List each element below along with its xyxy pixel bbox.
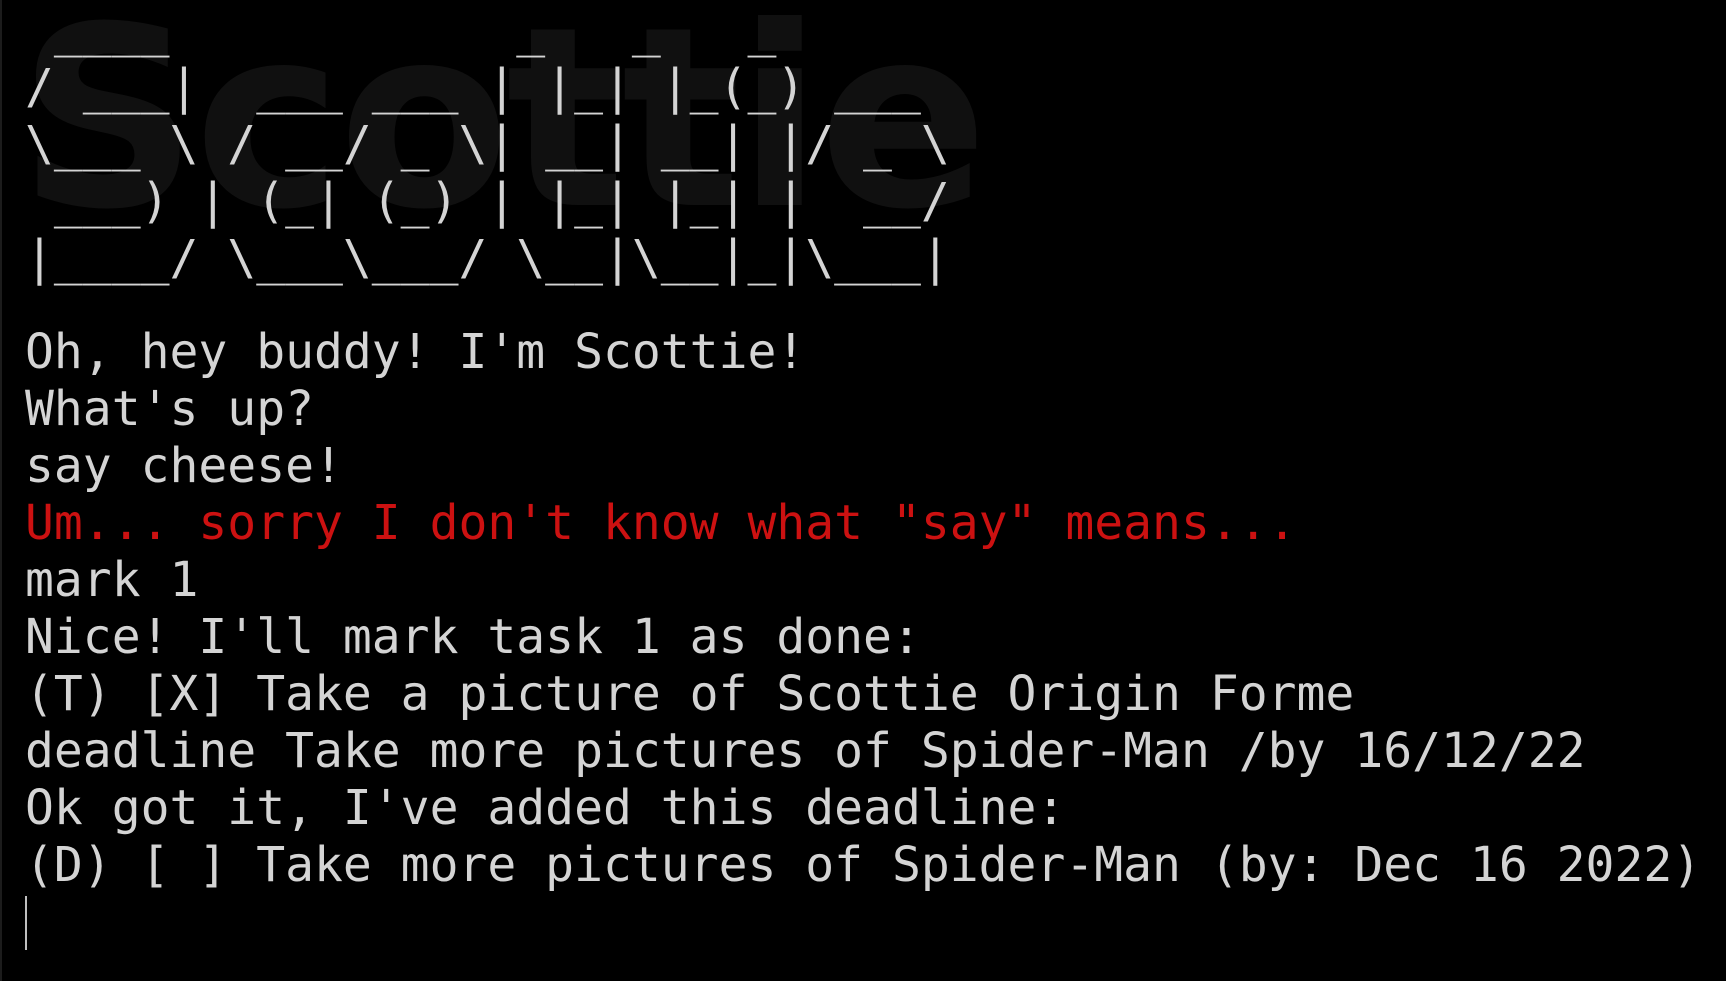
ascii-logo-line: / ___| ___ ___ | |_| |_(_) ___	[25, 59, 921, 115]
bot-prompt-line: What's up?	[25, 381, 314, 437]
task-entry-line: (T) [X] Take a picture of Scottie Origin…	[25, 666, 1355, 722]
ascii-logo-line: \___ \ / __/ _ \| __| __| |/ _ \	[25, 116, 950, 172]
window-edge-divider	[0, 0, 2, 981]
ascii-logo-line: ___) | (_| (_) | |_| |_| | __/	[25, 173, 950, 229]
bot-response-line: Nice! I'll mark task 1 as done:	[25, 609, 921, 665]
bot-greeting-line: Oh, hey buddy! I'm Scottie!	[25, 324, 806, 380]
task-entry-line: (D) [ ] Take more pictures of Spider-Man…	[25, 837, 1702, 893]
ascii-logo-line: |____/ \___\___/ \__|\__|_|\___|	[25, 230, 950, 286]
bot-response-line: Ok got it, I've added this deadline:	[25, 780, 1066, 836]
user-command-line: deadline Take more pictures of Spider-Ma…	[25, 723, 1586, 779]
ascii-logo: ____ _ _ _ / ___| ___ ___ | |_| |_(_) ___…	[25, 0, 1726, 287]
user-command-line: mark 1	[25, 552, 199, 608]
user-command-line: say cheese!	[25, 438, 343, 494]
terminal-window[interactable]: Scottie ____ _ _ _ / ___| ___ ___ | |_| |…	[0, 0, 1726, 981]
command-input-row[interactable]	[25, 894, 1701, 951]
error-message-line: Um... sorry I don't know what "say" mean…	[25, 495, 1297, 551]
ascii-logo-line: ____ _ _ _	[25, 2, 777, 58]
terminal-output: Oh, hey buddy! I'm Scottie! What's up? s…	[25, 324, 1701, 951]
text-cursor	[25, 896, 27, 950]
